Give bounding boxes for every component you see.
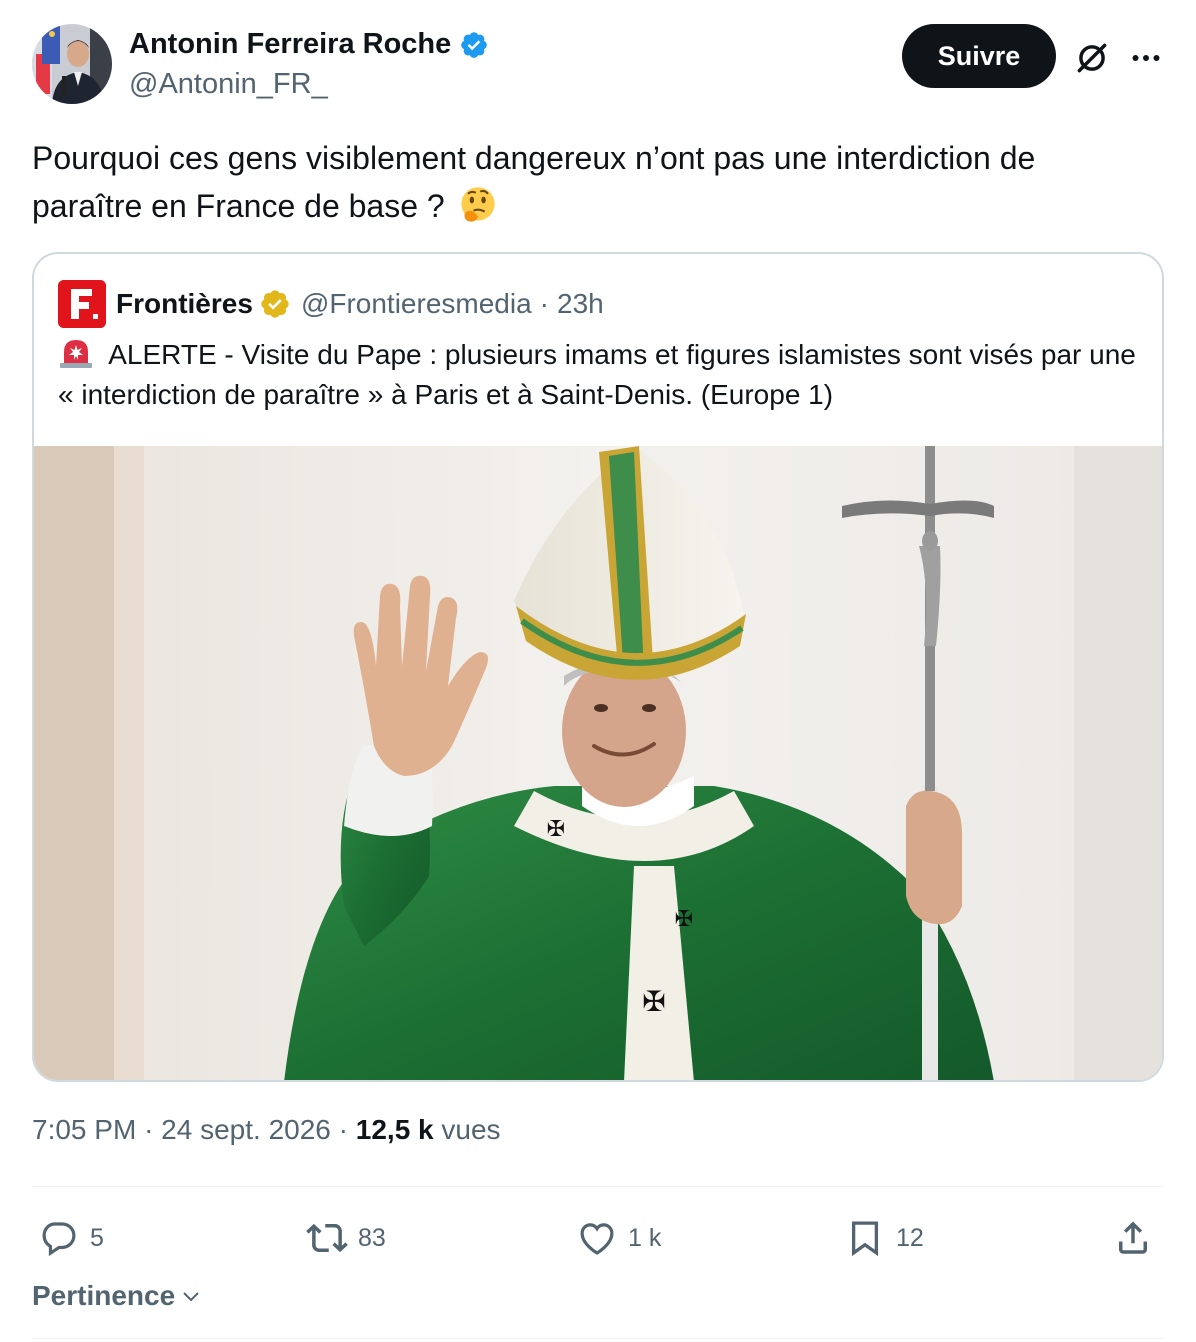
like-count: 1 k (628, 1223, 662, 1252)
quoted-author-name[interactable]: Frontières (116, 288, 253, 320)
heart-icon (580, 1223, 614, 1255)
bookmark-button[interactable]: 12 (844, 1206, 924, 1270)
tweet-header: Antonin Ferreira Roche @Antonin_FR_ Suiv… (32, 24, 1164, 106)
bookmark-icon (851, 1221, 879, 1257)
author-handle[interactable]: @Antonin_FR_ (129, 68, 328, 101)
sort-label: Pertinence (32, 1280, 176, 1311)
thinking-face-icon (460, 187, 495, 222)
gold-verified-badge-icon (261, 290, 289, 318)
views-label: vues (441, 1114, 501, 1145)
sort-dropdown[interactable]: Pertinence (32, 1280, 203, 1312)
pope-photo[interactable]: ✠ ✠ ✠ (34, 446, 1164, 1082)
tweet-date[interactable]: 24 sept. 2026 (161, 1114, 331, 1145)
reply-button[interactable]: 5 (38, 1206, 104, 1270)
quoted-tweet-text: ALERTE - Visite du Pape : plusieurs imam… (58, 334, 1138, 415)
bookmark-count: 12 (896, 1223, 924, 1252)
repost-count: 83 (358, 1223, 386, 1252)
like-button[interactable]: 1 k (576, 1206, 661, 1270)
reply-icon (42, 1222, 76, 1257)
quoted-separator: · (539, 288, 549, 319)
svg-text:✠: ✠ (675, 907, 693, 932)
quoted-tweet-header: Frontières @Frontieresmedia · 23h (58, 280, 604, 328)
grok-icon[interactable] (1070, 36, 1114, 80)
svg-text:✠: ✠ (547, 817, 565, 842)
quoted-body: ALERTE - Visite du Pape : plusieurs imam… (58, 339, 1136, 410)
action-bar: 5 83 1 k 12 (32, 1206, 1164, 1270)
author-name[interactable]: Antonin Ferreira Roche (129, 28, 451, 61)
views-count[interactable]: 12,5 k (356, 1114, 434, 1145)
svg-text:✠: ✠ (642, 985, 665, 1018)
share-button[interactable] (1112, 1206, 1154, 1270)
repost-icon (306, 1223, 348, 1253)
quoted-tweet[interactable]: Frontières @Frontieresmedia · 23h ALERTE… (32, 252, 1164, 1082)
share-icon (1119, 1221, 1147, 1254)
frontieres-logo[interactable] (58, 280, 106, 328)
divider (32, 1338, 1164, 1339)
quoted-author-handle[interactable]: @Frontieresmedia (301, 288, 532, 320)
tweet-meta: 7:05 PM · 24 sept. 2026 · 12,5 k vues (32, 1114, 501, 1146)
quoted-timestamp[interactable]: 23h (557, 288, 604, 320)
avatar-image (32, 24, 112, 104)
reply-count: 5 (90, 1223, 104, 1252)
repost-button[interactable]: 83 (306, 1206, 386, 1270)
meta-separator: · (338, 1114, 348, 1145)
tweet-body: Pourquoi ces gens visiblement dangereux … (32, 140, 1036, 224)
author-name-row[interactable]: Antonin Ferreira Roche (129, 28, 489, 61)
more-icon[interactable] (1124, 36, 1168, 80)
chevron-down-icon (183, 1292, 199, 1302)
divider (32, 1186, 1164, 1187)
tweet-time[interactable]: 7:05 PM (32, 1114, 136, 1145)
follow-button[interactable]: Suivre (902, 24, 1056, 88)
siren-icon (60, 340, 92, 368)
avatar[interactable] (32, 24, 112, 104)
verified-badge-icon (461, 31, 488, 58)
meta-separator: · (144, 1114, 154, 1145)
tweet-text: Pourquoi ces gens visiblement dangereux … (32, 134, 1152, 230)
